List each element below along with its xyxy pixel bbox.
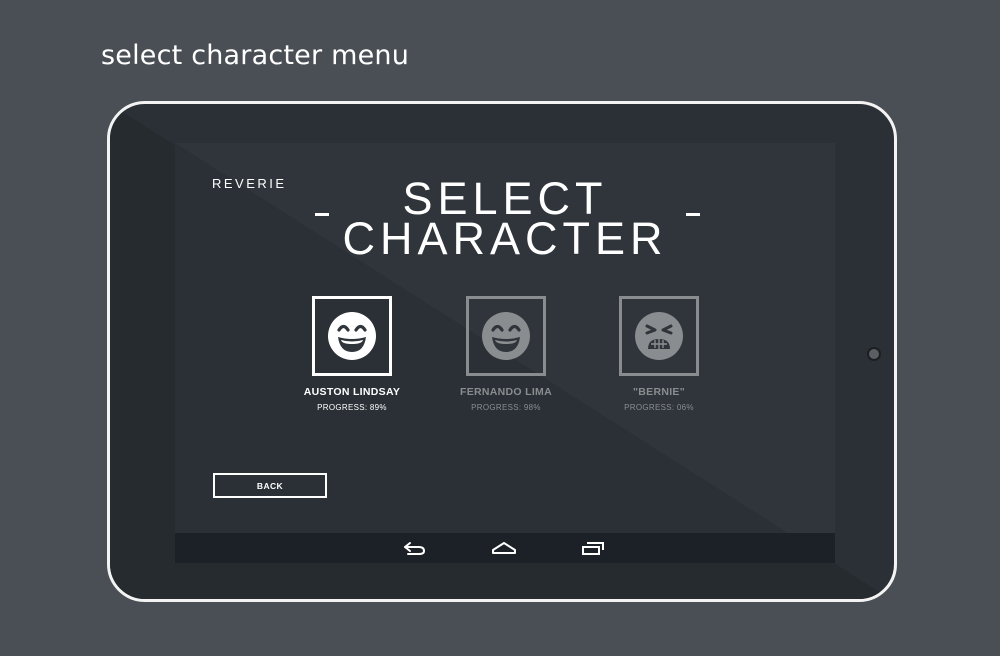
persevering-face-icon — [635, 312, 683, 360]
grinning-face-icon — [482, 312, 530, 360]
character-progress: PROGRESS: 98% — [471, 403, 541, 412]
character-portrait[interactable] — [312, 296, 392, 376]
character-portrait[interactable] — [466, 296, 546, 376]
character-progress: PROGRESS: 89% — [317, 403, 387, 412]
recent-apps-icon[interactable] — [581, 540, 605, 556]
character-name: "BERNIE" — [632, 386, 686, 398]
character-card-auston[interactable]: AUSTON LINDSAY PROGRESS: 89% — [277, 296, 427, 412]
grinning-face-icon — [328, 312, 376, 360]
home-icon[interactable] — [491, 540, 517, 556]
back-arrow-icon[interactable] — [402, 540, 428, 556]
back-button[interactable]: BACK — [213, 473, 327, 498]
character-name: FERNANDO LIMA — [460, 386, 552, 398]
character-card-fernando[interactable]: FERNANDO LIMA PROGRESS: 98% — [431, 296, 581, 412]
camera-icon — [867, 347, 881, 361]
page-caption: select character menu — [101, 40, 410, 71]
character-progress: PROGRESS: 06% — [624, 403, 694, 412]
character-name: AUSTON LINDSAY — [303, 386, 401, 398]
character-list: AUSTON LINDSAY PROGRESS: 89% FERNANDO LI… — [175, 143, 835, 563]
android-nav-bar — [175, 533, 835, 563]
app-screen: REVERIE SELECT CHARACTER AUSTON LINDSAY … — [175, 143, 835, 563]
character-card-bernie[interactable]: "BERNIE" PROGRESS: 06% — [584, 296, 734, 412]
character-portrait[interactable] — [619, 296, 699, 376]
